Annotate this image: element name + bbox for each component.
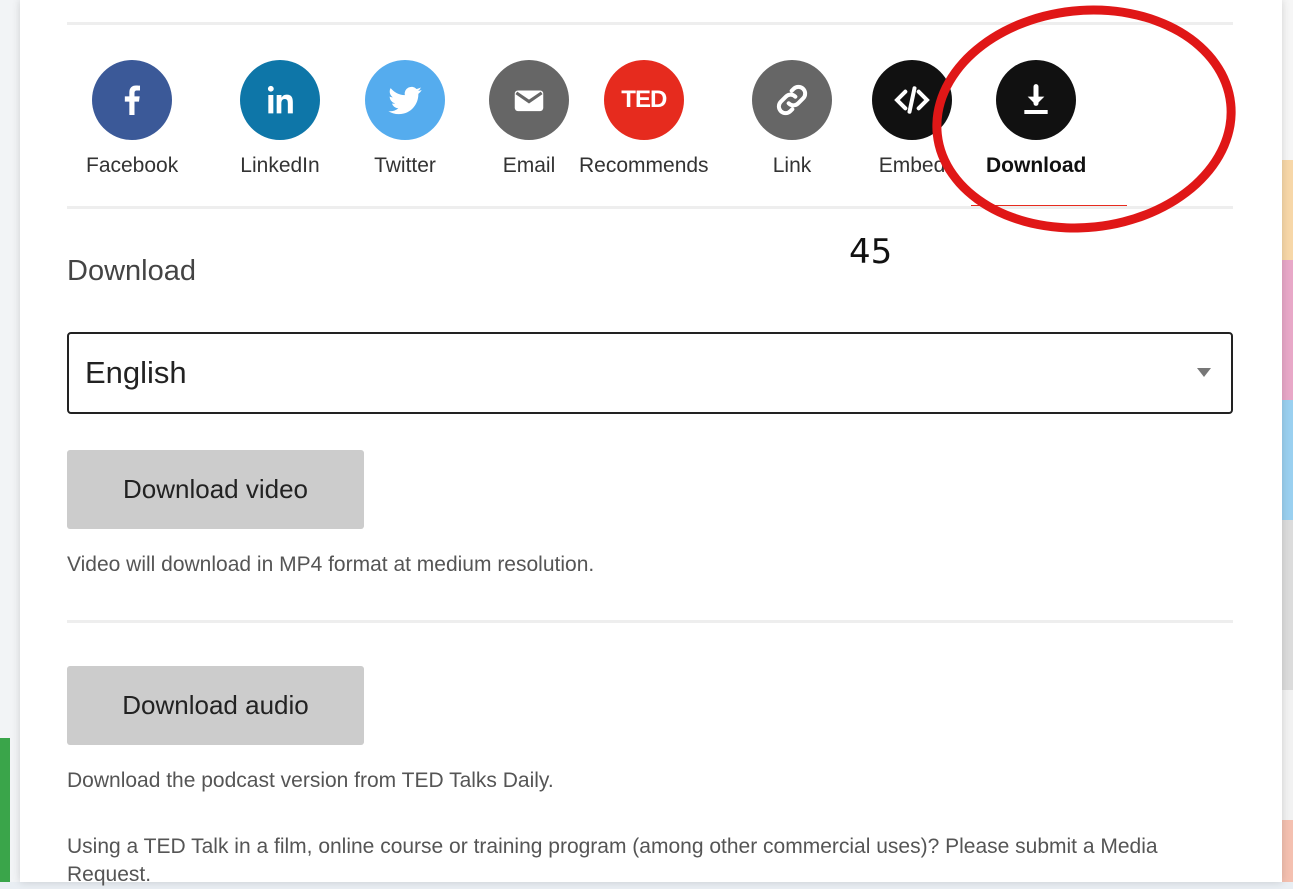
- background-page-right: [1282, 0, 1293, 882]
- section-divider: [67, 620, 1233, 623]
- share-label: LinkedIn: [240, 154, 320, 177]
- ted-icon: TED: [603, 60, 684, 140]
- background-accent-bar: [0, 738, 10, 882]
- annotation-number: 45: [849, 232, 893, 272]
- share-ted-recommends[interactable]: TED Recommends: [579, 60, 709, 210]
- share-label: Embed: [878, 154, 946, 177]
- share-label: Email: [502, 154, 556, 177]
- share-modal: Facebook LinkedIn Twitter Email TED Reco…: [20, 0, 1282, 886]
- share-options-bar: Facebook LinkedIn Twitter Email TED Reco…: [67, 60, 1233, 210]
- media-request-note: Using a TED Talk in a film, online cours…: [67, 835, 1158, 886]
- twitter-icon: [365, 60, 445, 140]
- share-label: Twitter: [374, 154, 436, 177]
- top-divider: [67, 22, 1233, 25]
- share-twitter[interactable]: Twitter: [365, 60, 445, 210]
- link-icon: [752, 60, 832, 140]
- share-label: Recommends: [579, 154, 709, 177]
- section-title: Download: [67, 255, 196, 287]
- share-email[interactable]: Email: [489, 60, 569, 210]
- audio-podcast-note: Download the podcast version from TED Ta…: [67, 769, 554, 792]
- download-audio-button[interactable]: Download audio: [67, 666, 364, 745]
- facebook-icon: [92, 60, 173, 140]
- email-icon: [489, 60, 569, 140]
- caret-down-icon: [1197, 368, 1211, 377]
- share-download[interactable]: Download: [986, 60, 1086, 210]
- share-embed[interactable]: Embed: [872, 60, 952, 210]
- ted-badge-text: TED: [621, 86, 667, 113]
- video-format-note: Video will download in MP4 format at med…: [67, 553, 595, 576]
- language-select-value: English: [85, 355, 187, 390]
- language-select[interactable]: English: [67, 332, 1233, 414]
- share-label: Facebook: [86, 154, 179, 177]
- share-facebook[interactable]: Facebook: [86, 60, 178, 210]
- linkedin-icon: [240, 60, 320, 140]
- download-icon: [996, 60, 1077, 140]
- share-label: Link: [772, 154, 812, 177]
- download-video-button[interactable]: Download video: [67, 450, 364, 529]
- share-link[interactable]: Link: [752, 60, 832, 210]
- embed-icon: [872, 60, 952, 140]
- share-linkedin[interactable]: LinkedIn: [240, 60, 320, 210]
- share-bar-divider: [67, 206, 1233, 209]
- share-label: Download: [986, 154, 1087, 177]
